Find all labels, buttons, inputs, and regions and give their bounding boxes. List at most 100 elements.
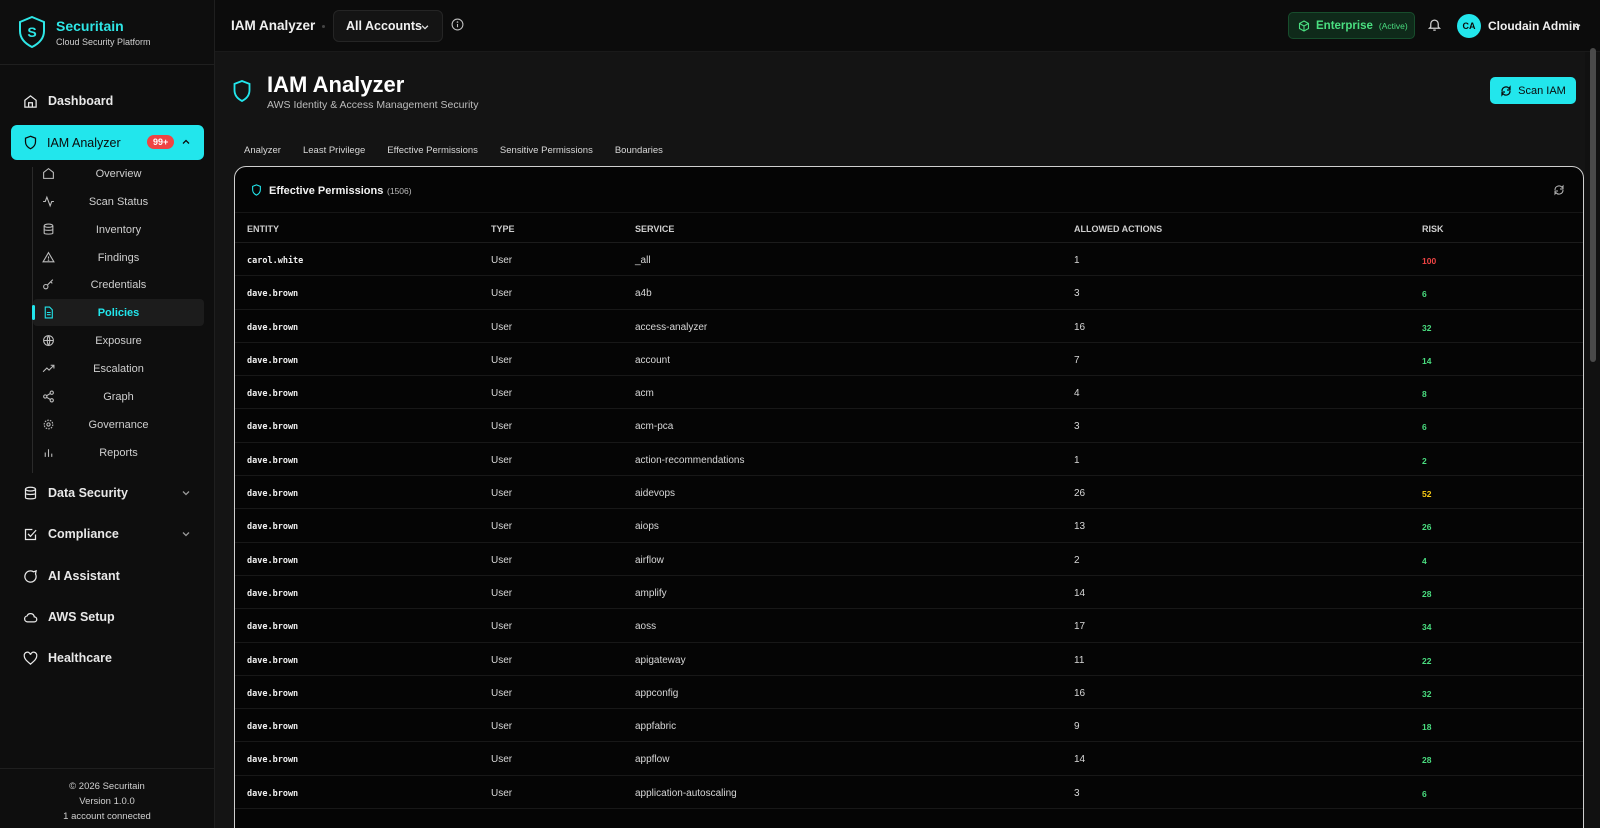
cell-type: User xyxy=(491,554,513,566)
column-header-type[interactable]: TYPE xyxy=(491,224,515,234)
cell-type: User xyxy=(491,654,513,666)
cell-type: User xyxy=(491,587,513,599)
sidebar-subitem-label: Credentials xyxy=(90,278,147,291)
cell-type: User xyxy=(491,488,513,500)
notification-badge: 99+ xyxy=(147,135,175,149)
sidebar-subitem-reports[interactable]: Reports xyxy=(33,439,204,466)
sidebar-subitem-scan-status[interactable]: Scan Status xyxy=(33,188,204,215)
scan-iam-label: Scan IAM xyxy=(1518,84,1566,97)
sidebar-item-aws-setup[interactable]: AWS Setup xyxy=(11,602,204,632)
chevron-down-icon[interactable] xyxy=(180,487,192,499)
page-subtitle: AWS Identity & Access Management Securit… xyxy=(267,99,479,111)
table-row[interactable]: dave.brown User access-analyzer 16 32 xyxy=(235,310,1583,343)
table-row[interactable]: dave.brown User appflow 14 28 xyxy=(235,742,1583,776)
plan-status: (Active) xyxy=(1378,20,1408,31)
chevron-up-icon[interactable] xyxy=(180,136,192,148)
cell-allowed-actions: 1 xyxy=(1074,454,1080,466)
page-title: IAM Analyzer xyxy=(267,72,405,97)
tab-boundaries[interactable]: Boundaries xyxy=(604,140,674,162)
info-icon[interactable] xyxy=(451,18,464,31)
cell-service: appconfig xyxy=(635,687,679,699)
table-row[interactable]: dave.brown User amplify 14 28 xyxy=(235,576,1583,610)
sidebar-item-dashboard[interactable]: Dashboard xyxy=(11,86,204,116)
brand[interactable]: S Securitain Cloud Security Platform xyxy=(18,16,151,48)
sidebar-subitem-policies[interactable]: Policies xyxy=(32,299,204,326)
sidebar-item-iam-analyzer[interactable]: IAM Analyzer 99+ xyxy=(11,125,204,160)
table-row[interactable]: dave.brown User apigateway 11 22 xyxy=(235,643,1583,676)
cell-type: User xyxy=(491,687,513,699)
sidebar-item-data-security[interactable]: Data Security xyxy=(11,478,204,508)
cell-type: User xyxy=(491,255,513,266)
cell-risk: 6 xyxy=(1422,788,1427,799)
sidebar-subitem-governance[interactable]: Governance xyxy=(33,411,204,438)
table-row[interactable]: dave.brown User aidevops 26 52 xyxy=(235,476,1583,510)
cell-allowed-actions: 1 xyxy=(1074,255,1080,266)
table-row[interactable]: dave.brown User airflow 2 4 xyxy=(235,543,1583,576)
table-row[interactable]: dave.brown User action-recommendations 1 2 xyxy=(235,443,1583,477)
table-row[interactable]: dave.brown User application-autoscaling 3 6 xyxy=(235,776,1583,810)
account-select-value: All Accounts xyxy=(346,19,422,33)
user-name[interactable]: Cloudain Admin xyxy=(1488,19,1580,33)
sidebar-subitem-graph[interactable]: Graph xyxy=(33,383,204,410)
table-row[interactable]: dave.brown User a4b 3 6 xyxy=(235,276,1583,310)
sidebar-subitem-label: Exposure xyxy=(95,334,142,347)
app-root: S Securitain Cloud Security Platform Das… xyxy=(0,0,1600,828)
table-row[interactable]: dave.brown User appfabric 9 18 xyxy=(235,709,1583,743)
column-header-service[interactable]: SERVICE xyxy=(635,224,674,234)
check-square-icon xyxy=(24,528,37,540)
cell-risk: 32 xyxy=(1422,688,1432,699)
sidebar-subitem-inventory[interactable]: Inventory xyxy=(33,216,204,243)
message-circle-icon xyxy=(24,569,37,583)
cell-entity: dave.brown xyxy=(247,522,299,533)
refresh-icon[interactable] xyxy=(1553,184,1565,196)
sidebar-item-compliance[interactable]: Compliance xyxy=(11,519,204,549)
sidebar-subitem-label: Graph xyxy=(103,390,134,403)
avatar[interactable]: CA xyxy=(1457,14,1481,38)
cell-allowed-actions: 3 xyxy=(1074,288,1080,300)
sidebar-item-healthcare[interactable]: Healthcare xyxy=(11,643,204,673)
table-row[interactable]: dave.brown User appconfig 16 32 xyxy=(235,676,1583,710)
table-body: carol.white User _all 1 100 dave.brown User a4b… xyxy=(235,243,1583,810)
sidebar-subitem-label: Findings xyxy=(97,251,140,264)
sidebar-subitem-findings[interactable]: Findings xyxy=(33,244,204,271)
sidebar-subitem-exposure[interactable]: Exposure xyxy=(33,327,204,354)
tab-effective-permissions[interactable]: Effective Permissions xyxy=(376,140,489,162)
cell-service: a4b xyxy=(635,288,652,300)
scrollbar-thumb[interactable] xyxy=(1590,48,1596,362)
column-header-entity[interactable]: ENTITY xyxy=(247,224,279,234)
table-row[interactable]: dave.brown User acm-pca 3 6 xyxy=(235,409,1583,443)
bell-icon[interactable] xyxy=(1427,17,1442,32)
sidebar-item-label: Compliance xyxy=(48,527,119,541)
table-row[interactable]: carol.white User _all 1 100 xyxy=(235,243,1583,277)
table-row[interactable]: dave.brown User acm 4 8 xyxy=(235,376,1583,410)
tab-analyzer[interactable]: Analyzer xyxy=(233,140,292,162)
tab-least-privilege[interactable]: Least Privilege xyxy=(292,140,376,162)
column-header-risk[interactable]: RISK xyxy=(1422,224,1444,234)
column-header-allowed-actions[interactable]: ALLOWED ACTIONS xyxy=(1074,224,1162,234)
chevron-down-icon[interactable] xyxy=(1572,21,1582,31)
cell-type: User xyxy=(491,288,513,300)
account-select[interactable]: All Accounts xyxy=(333,10,443,42)
effective-permissions-card: Effective Permissions (1506) ENTITY TYPE… xyxy=(234,166,1584,828)
table-row[interactable]: dave.brown User aoss 17 34 xyxy=(235,609,1583,643)
sidebar-item-ai-assistant[interactable]: AI Assistant xyxy=(11,561,204,591)
sidebar-subitem-label: Scan Status xyxy=(88,195,149,208)
cell-entity: dave.brown xyxy=(247,555,299,566)
table-row[interactable]: dave.brown User account 7 14 xyxy=(235,343,1583,377)
cell-service: _all xyxy=(635,255,651,266)
cell-service: acm xyxy=(635,388,654,400)
scan-iam-button[interactable]: Scan IAM xyxy=(1490,77,1576,104)
accounts-connected-text: 1 account connected xyxy=(63,811,151,822)
tab-sensitive-permissions[interactable]: Sensitive Permissions xyxy=(489,140,604,162)
cell-allowed-actions: 16 xyxy=(1074,687,1086,699)
svg-text:S: S xyxy=(27,24,36,40)
shield-icon xyxy=(233,80,251,103)
sidebar-subitem-escalation[interactable]: Escalation xyxy=(33,355,204,382)
table-row[interactable]: dave.brown User aiops 13 26 xyxy=(235,509,1583,543)
cell-risk: 34 xyxy=(1422,622,1432,633)
cloud-icon xyxy=(24,612,38,622)
sidebar-subitem-credentials[interactable]: Credentials xyxy=(33,271,204,298)
cell-allowed-actions: 14 xyxy=(1074,587,1086,599)
sidebar-subitem-overview[interactable]: Overview xyxy=(33,160,204,187)
chevron-down-icon[interactable] xyxy=(180,528,192,540)
